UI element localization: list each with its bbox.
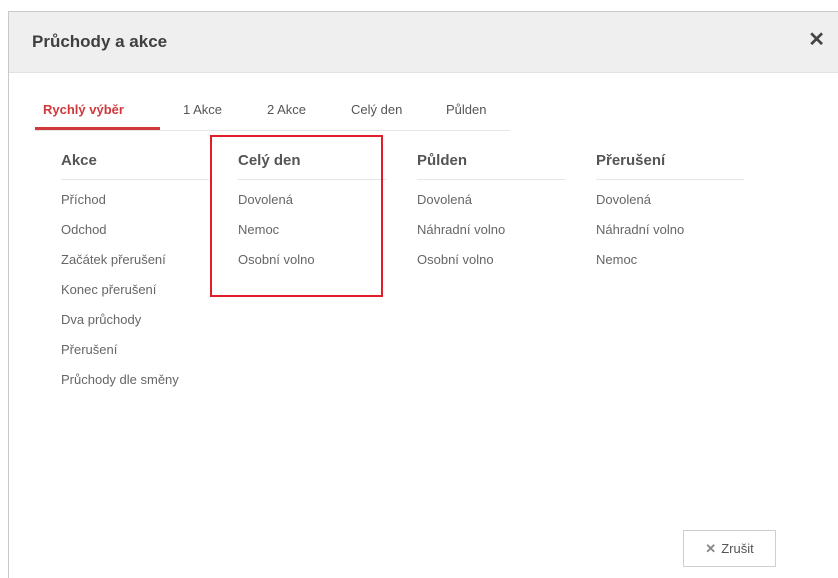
close-icon[interactable]: ✕ [808, 30, 825, 50]
close-icon: ✕ [705, 540, 717, 556]
list-item[interactable]: Dovolená [417, 192, 565, 210]
dialog: Průchody a akce ✕ Rychlý výběr 1 Akce 2 … [8, 11, 838, 578]
dialog-title: Průchody a akce [32, 32, 168, 51]
column-title: Akce [61, 152, 209, 180]
list-item[interactable]: Náhradní volno [417, 222, 565, 240]
column-pulden: Půlden Dovolená Náhradní volno Osobní vo… [417, 152, 565, 270]
list-item[interactable]: Dovolená [596, 192, 744, 210]
list-item[interactable]: Příchod [61, 192, 209, 210]
list-item[interactable]: Odchod [61, 222, 209, 240]
column-title: Přerušení [596, 152, 744, 180]
dialog-header: Průchody a akce ✕ [9, 12, 838, 73]
list-item[interactable]: Konec přerušení [61, 282, 209, 300]
column-preruseni: Přerušení Dovolená Náhradní volno Nemoc [596, 152, 744, 270]
cancel-button[interactable]: ✕ Zrušit [683, 530, 776, 567]
list-item[interactable]: Přerušení [61, 342, 209, 360]
tab-rychly-vyber[interactable]: Rychlý výběr [43, 102, 124, 117]
tab-cely-den[interactable]: Celý den [351, 102, 402, 117]
column-akce: Akce Příchod Odchod Začátek přerušení Ko… [61, 152, 209, 390]
column-title: Půlden [417, 152, 565, 180]
tab-bar: Rychlý výběr 1 Akce 2 Akce Celý den Půld… [35, 94, 510, 131]
list-item[interactable]: Začátek přerušení [61, 252, 209, 270]
cancel-label: Zrušit [721, 541, 754, 556]
list-item[interactable]: Osobní volno [417, 252, 565, 270]
tab-2-akce[interactable]: 2 Akce [267, 102, 306, 117]
highlight-box [210, 135, 383, 297]
list-item[interactable]: Průchody dle směny [61, 372, 209, 390]
list-item[interactable]: Náhradní volno [596, 222, 744, 240]
list-item[interactable]: Nemoc [596, 252, 744, 270]
active-tab-indicator [35, 127, 160, 130]
tab-1-akce[interactable]: 1 Akce [183, 102, 222, 117]
tab-pulden[interactable]: Půlden [446, 102, 486, 117]
list-item[interactable]: Dva průchody [61, 312, 209, 330]
